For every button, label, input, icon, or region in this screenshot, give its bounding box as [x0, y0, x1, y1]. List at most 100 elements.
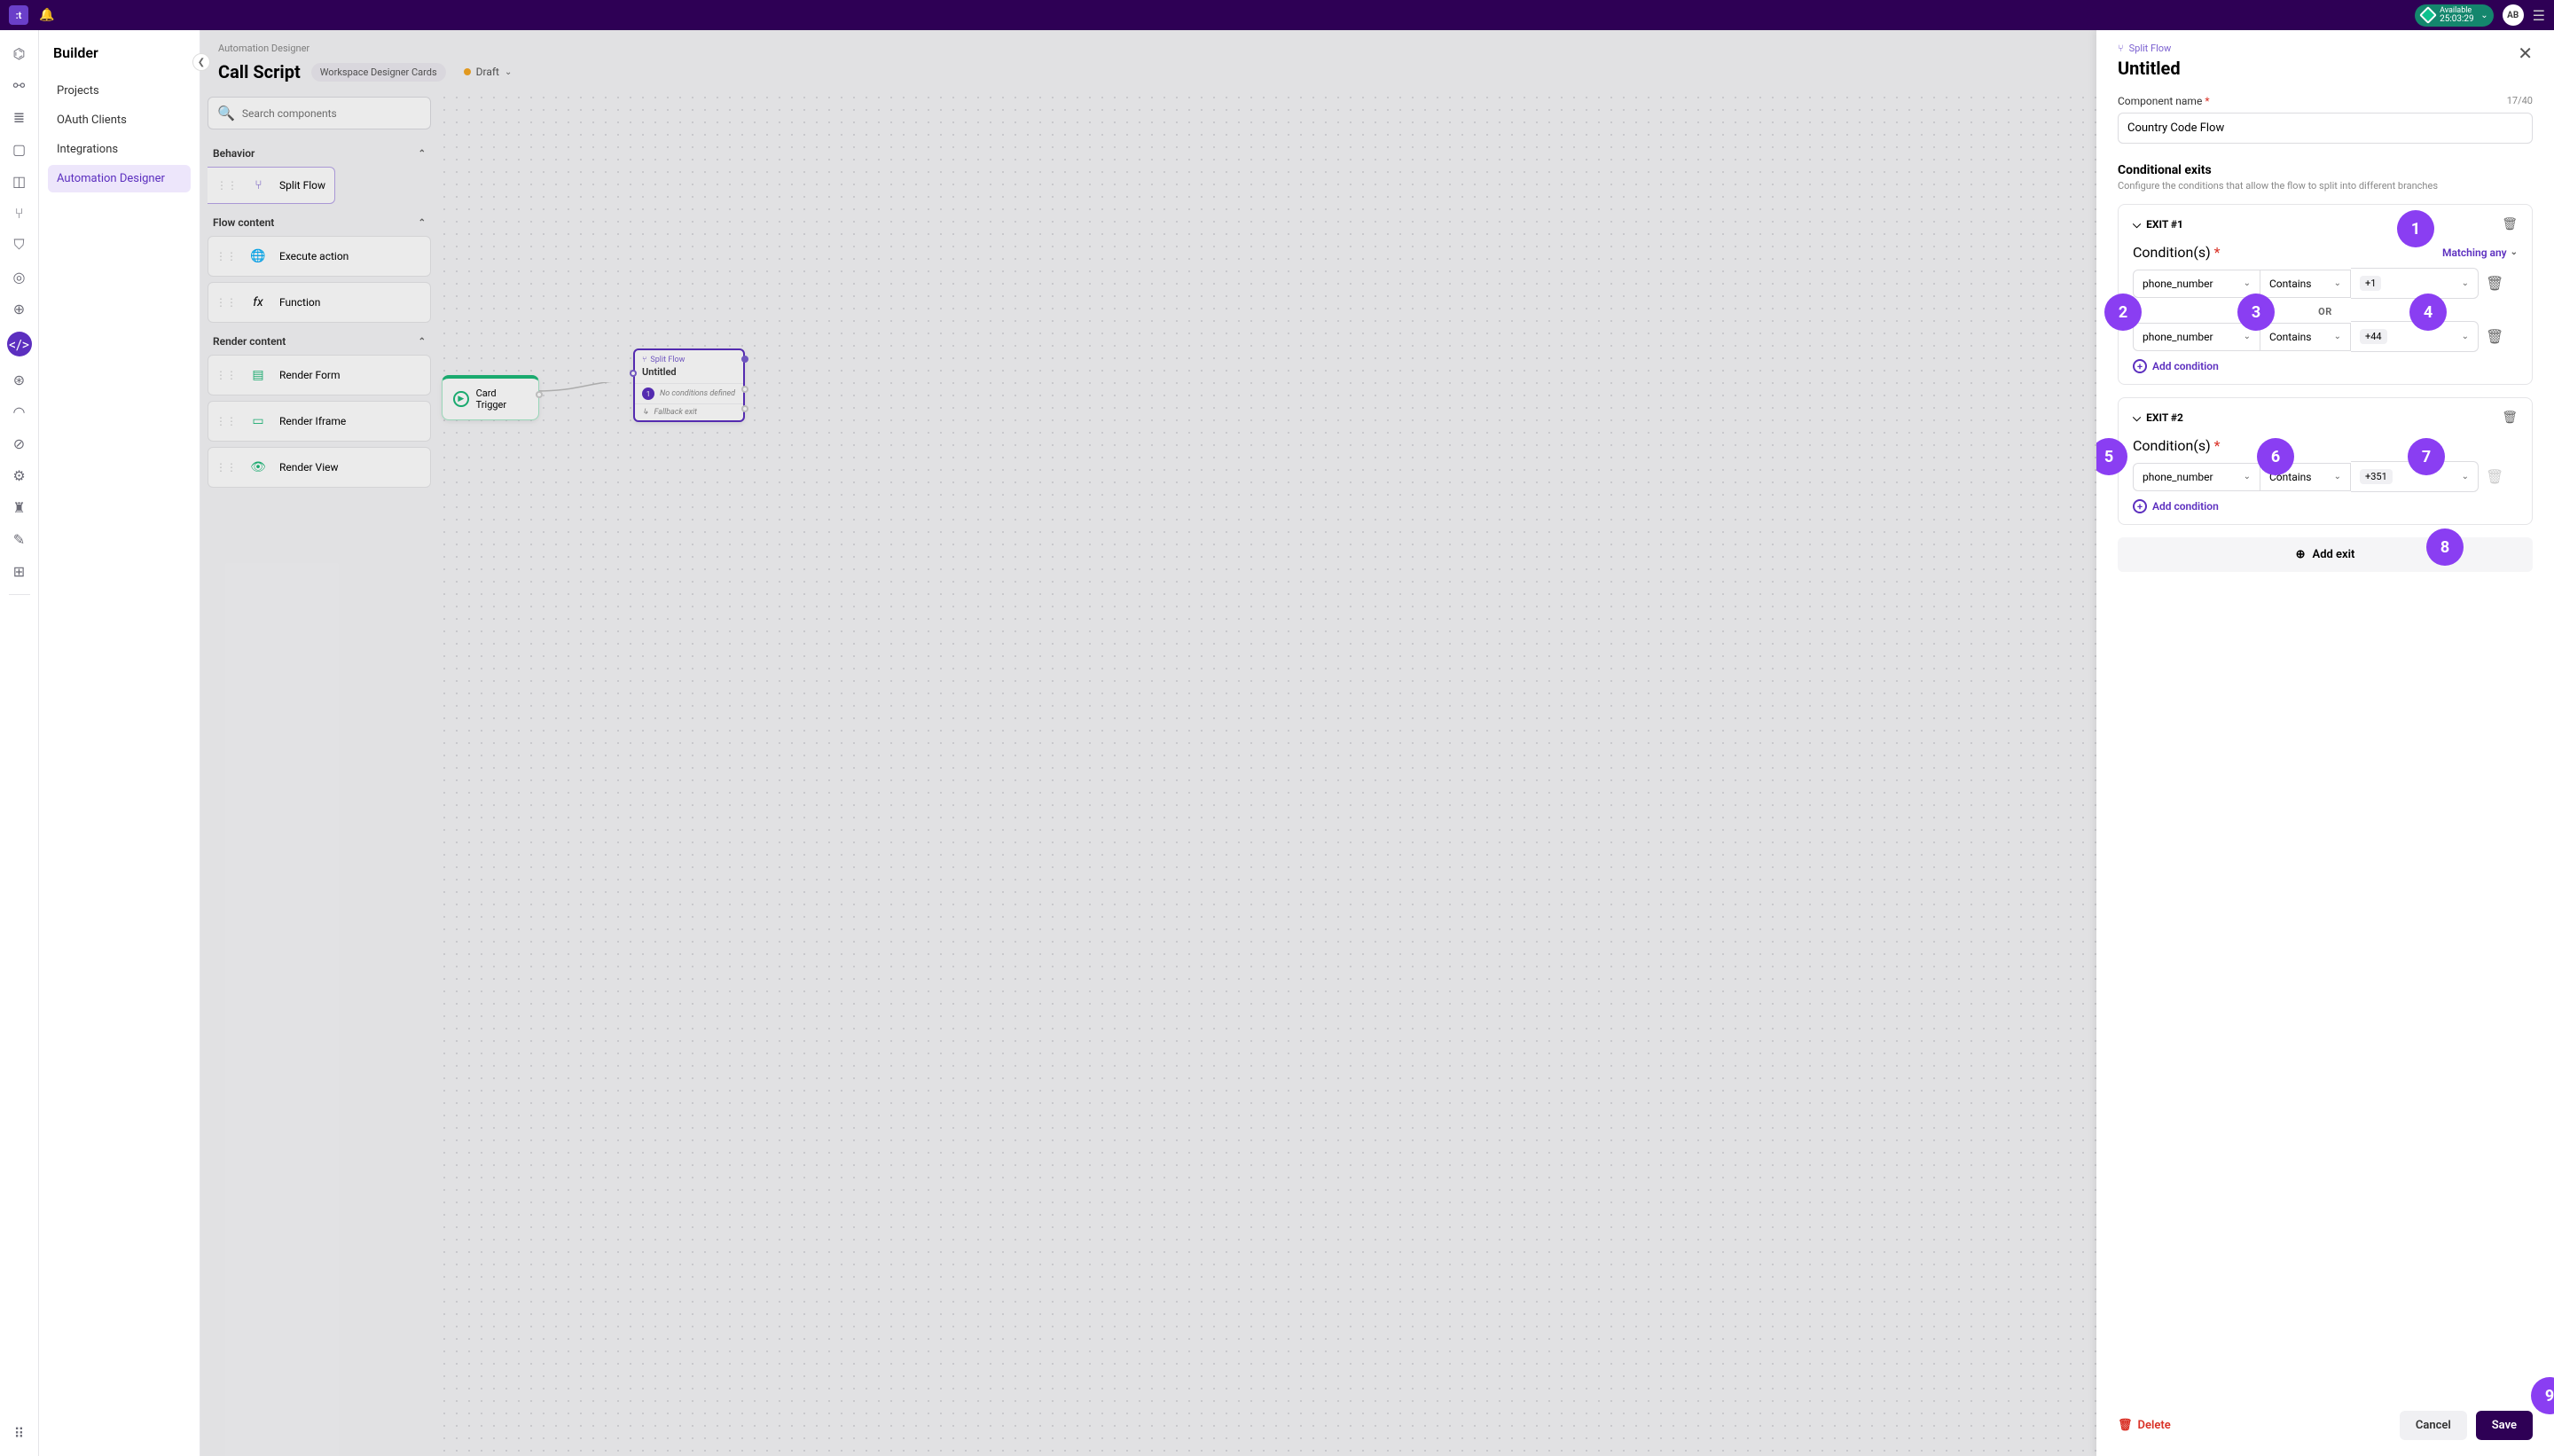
rail-icon-13[interactable]: ⊘	[11, 434, 28, 452]
section-behavior[interactable]: Behavior ⌃	[208, 140, 431, 167]
split-icon: ⑂	[247, 175, 269, 196]
component-execute-action[interactable]: ⋮⋮ 🌐 Execute action	[208, 236, 431, 277]
drag-handle-icon[interactable]: ⋮⋮	[215, 369, 237, 381]
close-icon[interactable]: ✕	[2518, 43, 2533, 64]
rail-icon-7[interactable]: ⛉	[11, 236, 28, 254]
logo[interactable]: :t	[9, 5, 28, 25]
rail-icon-6[interactable]: ⑂	[11, 204, 28, 222]
rail-icon-17[interactable]: ⊞	[11, 562, 28, 580]
rail-icon-3[interactable]: ≣	[11, 108, 28, 126]
name-label: Component name	[2118, 95, 2202, 107]
condition-row: phone_number⌄ Contains⌄ +1⌄ 🗑	[2133, 268, 2518, 299]
split-flow-node[interactable]: ⑂Split Flow Untitled 1No conditions defi…	[633, 348, 745, 422]
icon-rail: ⌬ ⚯ ≣ ▢ ◫ ⑂ ⛉ ◎ ⊕ </> ⊛ ◠ ⊘ ⚙ ♜ ✎ ⊞ ⠿	[0, 30, 39, 1456]
content-area: Automation Designer Call Script Workspac…	[200, 30, 2554, 1456]
apps-icon[interactable]: ⠿	[11, 1424, 28, 1442]
sidebar-item-projects[interactable]: Projects	[48, 77, 191, 105]
component-render-form[interactable]: ⋮⋮ ▤ Render Form	[208, 355, 431, 395]
collapse-sidebar-button[interactable]: ❮	[192, 53, 210, 71]
trigger-node[interactable]: ▶ Card Trigger	[442, 375, 539, 420]
rail-icon-5[interactable]: ◫	[11, 172, 28, 190]
trigger-label: Card Trigger	[476, 387, 528, 411]
operator-select[interactable]: Contains⌄	[2260, 323, 2351, 351]
drag-handle-icon[interactable]: ⋮⋮	[215, 250, 237, 262]
eye-icon: 👁	[247, 457, 269, 478]
globe-icon: 🌐	[247, 246, 269, 267]
rail-icon-12[interactable]: ◠	[11, 403, 28, 420]
workspace-chip: Workspace Designer Cards	[311, 63, 446, 82]
delete-condition-icon[interactable]: 🗑	[2486, 275, 2503, 292]
component-function[interactable]: ⋮⋮ fx Function	[208, 282, 431, 323]
matching-dropdown[interactable]: Matching any⌄	[2442, 247, 2518, 259]
char-count: 17/40	[2507, 95, 2533, 107]
chevron-up-icon: ⌃	[419, 218, 426, 228]
drag-handle-icon[interactable]: ⋮⋮	[215, 415, 237, 427]
field-select[interactable]: phone_number⌄	[2133, 270, 2260, 298]
search-icon: 🔍	[217, 105, 235, 121]
sidebar-item-oauth[interactable]: OAuth Clients	[48, 106, 191, 134]
add-condition-button[interactable]: +Add condition	[2133, 359, 2518, 373]
annotation-marker: 4	[2409, 294, 2447, 331]
panel-title: Untitled	[2118, 58, 2181, 79]
plus-icon: ⊕	[2296, 548, 2306, 561]
play-icon: ▶	[453, 391, 469, 407]
field-select[interactable]: phone_number⌄	[2133, 323, 2260, 351]
cancel-button[interactable]: Cancel	[2400, 1411, 2467, 1440]
delete-button[interactable]: 🗑Delete	[2118, 1419, 2171, 1432]
sidebar-item-integrations[interactable]: Integrations	[48, 136, 191, 163]
section-render-content[interactable]: Render content ⌃	[208, 328, 431, 355]
avatar[interactable]: AB	[2503, 4, 2524, 26]
topbar: :t 🔔 Available 25:03:29 ⌄ AB ☰	[0, 0, 2554, 30]
value-select[interactable]: +1⌄	[2351, 268, 2479, 299]
save-button[interactable]: Save	[2476, 1411, 2533, 1440]
rail-icon-11[interactable]: ⊛	[11, 371, 28, 388]
chevron-down-icon: ⌄	[505, 67, 512, 77]
menu-icon[interactable]: ☰	[2533, 7, 2545, 24]
rail-icon-8[interactable]: ◎	[11, 268, 28, 286]
node-title: Untitled	[635, 366, 743, 383]
rail-icon-4[interactable]: ▢	[11, 140, 28, 158]
component-render-iframe[interactable]: ⋮⋮ ▭ Render Iframe	[208, 401, 431, 442]
iframe-icon: ▭	[247, 411, 269, 432]
operator-select[interactable]: Contains⌄	[2260, 270, 2351, 298]
delete-exit-icon[interactable]: 🗑	[2502, 411, 2518, 425]
chevron-down-icon: ⌄	[2480, 11, 2487, 20]
search-input[interactable]	[242, 107, 421, 120]
rail-icon-15[interactable]: ♜	[11, 498, 28, 516]
rail-icon-1[interactable]: ⌬	[11, 44, 28, 62]
component-name-input[interactable]	[2118, 113, 2533, 144]
bell-icon[interactable]: 🔔	[39, 8, 54, 22]
section-flow-content[interactable]: Flow content ⌃	[208, 209, 431, 236]
rail-icon-14[interactable]: ⚙	[11, 466, 28, 484]
sidebar-item-automation[interactable]: Automation Designer	[48, 165, 191, 192]
field-select[interactable]: phone_number⌄	[2133, 463, 2260, 491]
add-exit-button[interactable]: ⊕Add exit	[2118, 537, 2533, 572]
collapse-icon[interactable]: ⌵	[2133, 411, 2141, 425]
rail-icon-code[interactable]: </>	[7, 332, 32, 356]
rail-icon-16[interactable]: ✎	[11, 530, 28, 548]
right-panel: ⑂Split Flow Untitled ✕ Component name * …	[2096, 30, 2554, 1456]
availability-pill[interactable]: Available 25:03:29 ⌄	[2415, 4, 2494, 27]
collapse-icon[interactable]: ⌵	[2133, 218, 2141, 231]
drag-handle-icon[interactable]: ⋮⋮	[215, 296, 237, 309]
fallback-icon: ↳	[642, 408, 649, 417]
component-render-view[interactable]: ⋮⋮ 👁 Render View	[208, 447, 431, 488]
or-separator: OR	[2133, 306, 2518, 317]
annotation-marker: 6	[2257, 438, 2294, 475]
status-pill[interactable]: Draft ⌄	[457, 62, 520, 82]
add-condition-button[interactable]: +Add condition	[2133, 499, 2518, 513]
condition-row: phone_number⌄ Contains⌄ +351⌄ 🗑	[2133, 461, 2518, 492]
delete-condition-icon[interactable]: 🗑	[2486, 328, 2503, 345]
split-icon: ⑂	[2118, 43, 2124, 54]
search-box[interactable]: 🔍	[208, 97, 431, 129]
exit-card-2: ⌵EXIT #2 🗑 Condition(s) * 5 6 7 phone	[2118, 397, 2533, 525]
component-split-flow[interactable]: ⋮⋮ ⑂ Split Flow	[208, 167, 335, 204]
drag-handle-icon[interactable]: ⋮⋮	[215, 461, 237, 474]
split-icon: ⑂	[642, 356, 646, 364]
rail-icon-2[interactable]: ⚯	[11, 76, 28, 94]
drag-handle-icon[interactable]: ⋮⋮	[216, 179, 238, 192]
annotation-marker: 2	[2104, 294, 2142, 331]
rail-icon-9[interactable]: ⊕	[11, 300, 28, 317]
condition-row: phone_number⌄ Contains⌄ +44⌄ 🗑	[2133, 321, 2518, 352]
delete-exit-icon[interactable]: 🗑	[2502, 217, 2518, 231]
